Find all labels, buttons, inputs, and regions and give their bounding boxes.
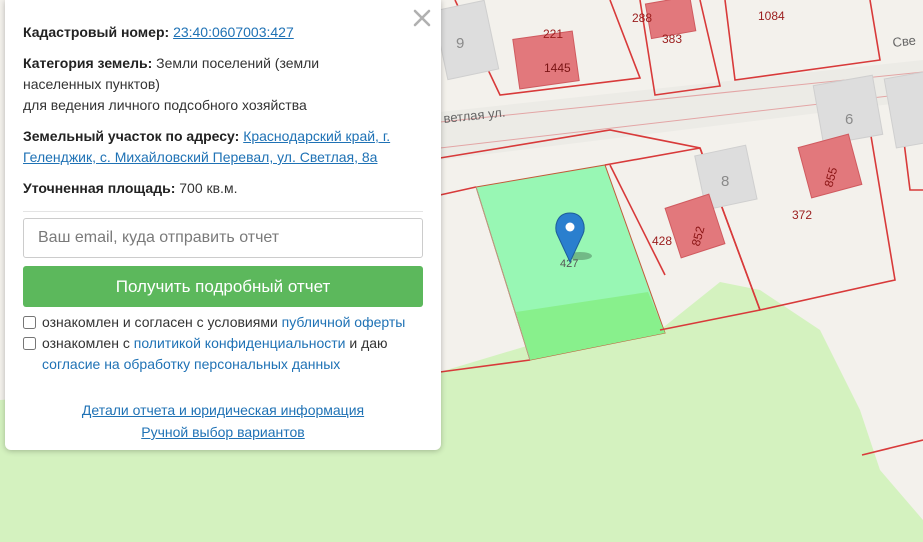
category-value-3: для ведения личного подсобного хозяйства <box>23 97 307 113</box>
category-value-2: населенных пунктов) <box>23 76 160 92</box>
area-label: Уточненная площадь: <box>23 180 176 196</box>
address-row: Земельный участок по адресу: Краснодарск… <box>23 126 423 168</box>
area-row: Уточненная площадь: 700 кв.м. <box>23 178 423 199</box>
label-n428: 428 <box>652 234 672 248</box>
offer-text-plain: ознакомлен и согласен с условиями <box>42 314 282 330</box>
street-label-2: Све <box>892 33 917 50</box>
cadastral-label: Кадастровый номер: <box>23 24 170 40</box>
label-n288: 288 <box>632 11 652 25</box>
land-category-row: Категория земель: Земли поселений (земли… <box>23 53 423 116</box>
offer-checkbox-row: ознакомлен и согласен с условиями публич… <box>23 312 423 333</box>
report-details-link[interactable]: Детали отчета и юридическая информация <box>82 402 364 418</box>
offer-checkbox[interactable] <box>23 316 36 329</box>
label-n9: 9 <box>456 35 464 52</box>
area-value: 700 кв.м. <box>179 180 238 196</box>
manual-selection-link[interactable]: Ручной выбор вариантов <box>141 424 305 440</box>
privacy-checkbox-row: ознакомлен с политикой конфиденциальност… <box>23 333 423 375</box>
close-icon[interactable] <box>412 8 432 28</box>
offer-text: ознакомлен и согласен с условиями публич… <box>42 312 405 333</box>
privacy-checkbox[interactable] <box>23 337 36 350</box>
address-value-2: Геленджик, с. Михайловский Перевал, ул. … <box>23 149 378 165</box>
cadastral-number-row: Кадастровый номер: 23:40:0607003:427 <box>23 22 423 43</box>
category-label: Категория земель: <box>23 55 153 71</box>
public-offer-link[interactable]: публичной оферты <box>282 314 406 330</box>
email-input[interactable] <box>23 218 423 258</box>
cadastral-number-link[interactable]: 23:40:0607003:427 <box>173 24 294 40</box>
label-n383: 383 <box>662 32 682 46</box>
category-value-1: Земли поселений (земли <box>156 55 320 71</box>
label-n1445: 1445 <box>544 61 571 75</box>
label-n372: 372 <box>792 208 812 222</box>
divider <box>23 211 423 212</box>
label-n221: 221 <box>543 27 563 41</box>
parcel-info-popup: Кадастровый номер: 23:40:0607003:427 Кат… <box>5 0 441 450</box>
label-n6: 6 <box>845 111 853 128</box>
label-n1084: 1084 <box>758 9 785 23</box>
label-n8: 8 <box>721 173 729 190</box>
privacy-text: ознакомлен с политикой конфиденциальност… <box>42 333 388 375</box>
address-label: Земельный участок по адресу: <box>23 128 240 144</box>
address-value-1: Краснодарский край, г. <box>243 128 391 144</box>
privacy-policy-link[interactable]: политикой конфиденциальности <box>134 335 346 351</box>
footer-links: Детали отчета и юридическая информация Р… <box>23 399 423 443</box>
privacy-text-plain: ознакомлен с <box>42 335 134 351</box>
privacy-text-plain-2: и даю <box>345 335 388 351</box>
personal-data-consent-link[interactable]: согласие на обработку персональных данны… <box>42 356 340 372</box>
get-report-button[interactable]: Получить подробный отчет <box>23 266 423 307</box>
